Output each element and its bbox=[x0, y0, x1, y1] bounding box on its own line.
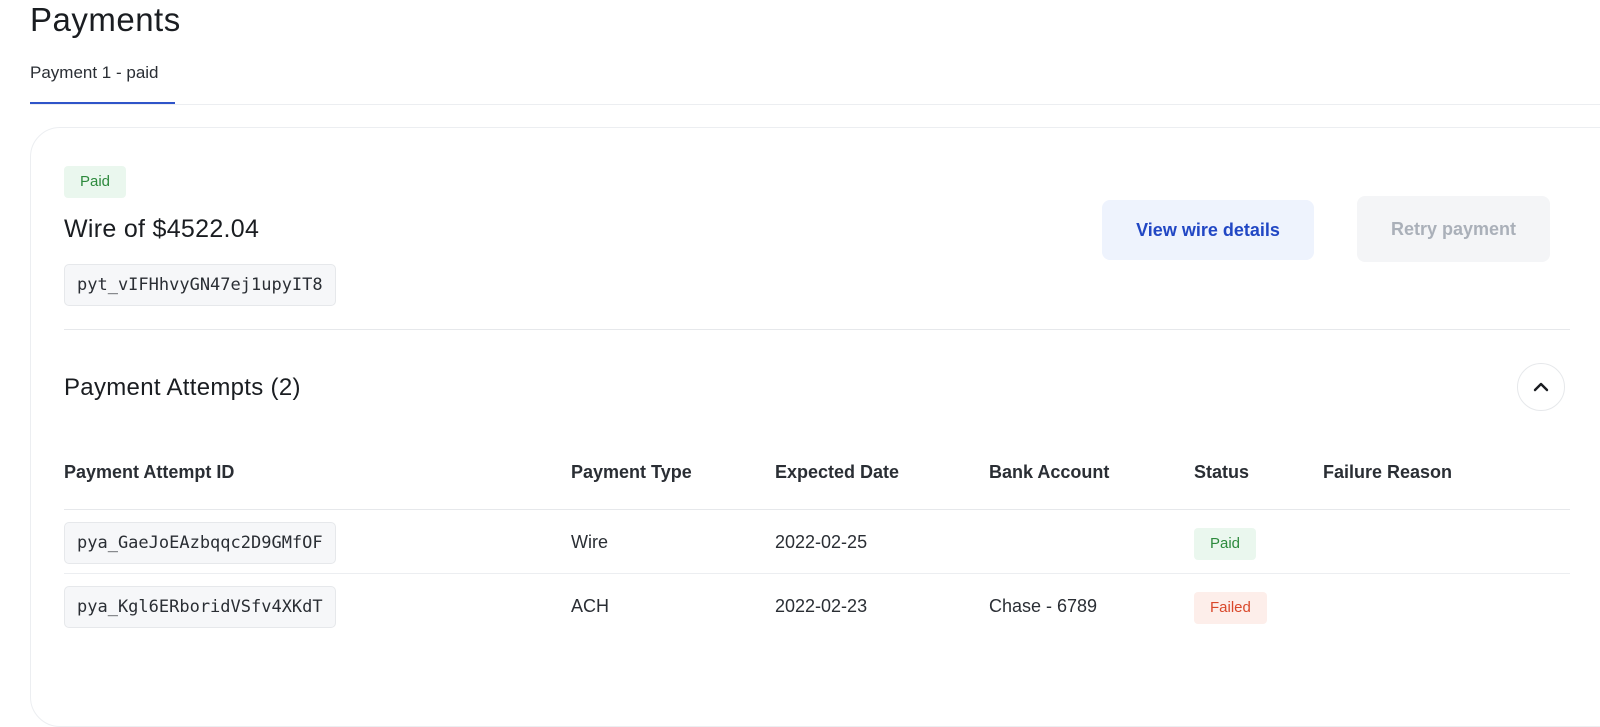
table-row: pya_GaeJoEAzbqqc2D9GMfOF Wire 2022-02-25… bbox=[64, 510, 1570, 574]
attempt-date: 2022-02-25 bbox=[775, 532, 868, 552]
payment-attempts-title: Payment Attempts (2) bbox=[64, 374, 301, 401]
tab-label: Payment 1 - paid bbox=[30, 63, 159, 82]
column-header-failure-reason: Failure Reason bbox=[1323, 462, 1453, 482]
attempt-type: ACH bbox=[571, 596, 610, 616]
attempt-date: 2022-02-23 bbox=[775, 596, 868, 616]
active-tab-indicator bbox=[30, 102, 175, 104]
column-header-attempt-id: Payment Attempt ID bbox=[64, 462, 235, 482]
chevron-up-icon bbox=[1533, 382, 1549, 392]
attempt-id[interactable]: pya_Kgl6ERboridVSfv4XKdT bbox=[64, 586, 336, 628]
payment-status-badge: Paid bbox=[64, 166, 127, 198]
view-wire-details-button[interactable]: View wire details bbox=[1102, 200, 1314, 260]
collapse-attempts-button[interactable] bbox=[1517, 363, 1565, 411]
payment-id[interactable]: pyt_vIFHhvyGN47ej1upyIT8 bbox=[64, 264, 336, 306]
retry-payment-button[interactable]: Retry payment bbox=[1357, 196, 1550, 262]
attempt-status-badge: Paid bbox=[1194, 528, 1257, 560]
section-divider bbox=[64, 329, 1570, 330]
attempt-status-badge: Failed bbox=[1194, 592, 1267, 624]
tab-payment-1[interactable]: Payment 1 - paid bbox=[30, 60, 175, 105]
table-row: pya_Kgl6ERboridVSfv4XKdT ACH 2022-02-23 … bbox=[64, 574, 1570, 638]
attempt-id[interactable]: pya_GaeJoEAzbqqc2D9GMfOF bbox=[64, 522, 336, 564]
column-header-expected-date: Expected Date bbox=[775, 462, 900, 482]
payment-tabs: Payment 1 - paid bbox=[30, 60, 1600, 105]
page-title: Payments bbox=[30, 1, 181, 38]
column-header-payment-type: Payment Type bbox=[571, 462, 692, 482]
attempt-bank-account: Chase - 6789 bbox=[989, 596, 1098, 616]
payment-card: Paid Wire of $4522.04 pyt_vIFHhvyGN47ej1… bbox=[30, 127, 1600, 727]
column-header-status: Status bbox=[1194, 462, 1250, 482]
column-header-bank-account: Bank Account bbox=[989, 462, 1110, 482]
attempt-type: Wire bbox=[571, 532, 608, 552]
payment-heading: Wire of $4522.04 bbox=[64, 215, 260, 243]
